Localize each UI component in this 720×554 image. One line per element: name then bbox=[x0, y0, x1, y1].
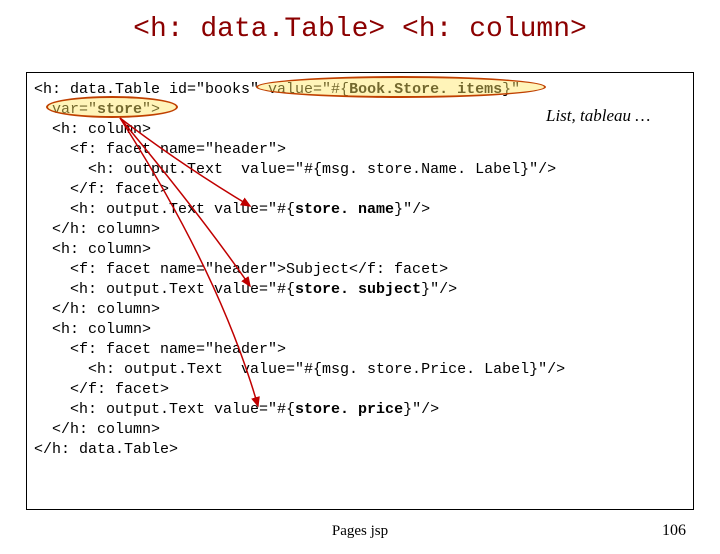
footer-center: Pages jsp bbox=[0, 523, 720, 540]
page-number: 106 bbox=[662, 522, 686, 540]
code-block: <h: data.Table id="books" value="#{Book.… bbox=[34, 80, 565, 460]
annotation-list-tableau: List, tableau … bbox=[546, 106, 650, 126]
page-title: <h: data.Table> <h: column> bbox=[0, 14, 720, 45]
highlight-ellipse-value bbox=[256, 76, 546, 98]
highlight-ellipse-var bbox=[46, 96, 178, 118]
